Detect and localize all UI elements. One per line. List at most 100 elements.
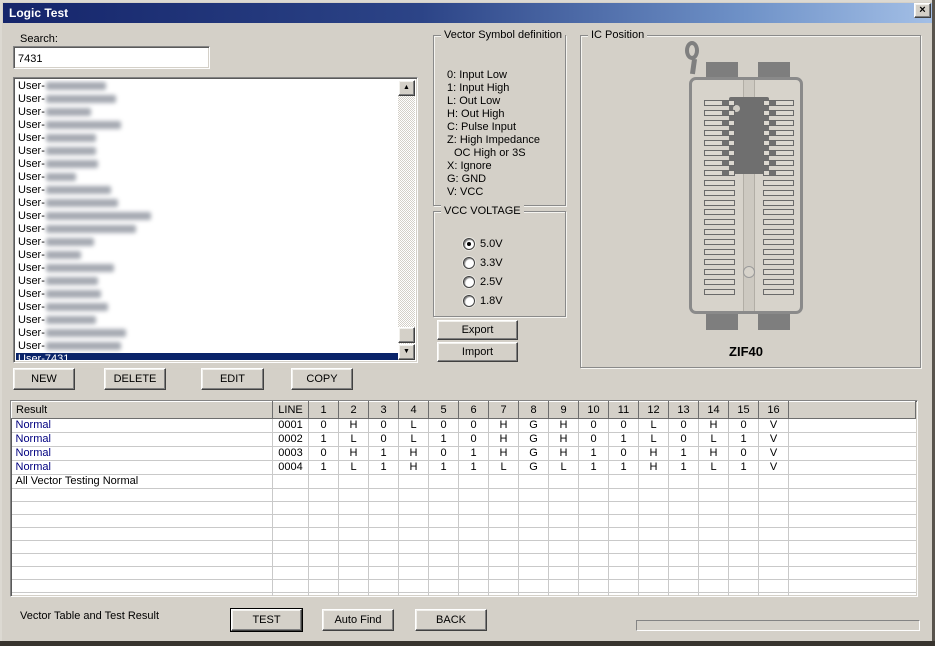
column-header-1[interactable]: 1 (309, 402, 339, 419)
column-header-result[interactable]: Result (12, 402, 273, 419)
list-item[interactable]: User- (16, 119, 398, 132)
vector-cell (519, 593, 549, 598)
vector-cell (729, 515, 759, 528)
list-item[interactable]: User- (16, 249, 398, 262)
column-header-3[interactable]: 3 (369, 402, 399, 419)
vector-cell: V (759, 419, 789, 433)
chip-lead (722, 101, 729, 105)
list-item[interactable]: User- (16, 275, 398, 288)
table-empty-row[interactable] (12, 593, 916, 598)
vcc-option-5.0V[interactable]: 5.0V (434, 238, 565, 251)
socket-center-hole (743, 266, 755, 278)
radio-icon[interactable] (463, 276, 475, 288)
vector-cell (549, 593, 579, 598)
list-item[interactable]: User- (16, 314, 398, 327)
footer-label: Vector Table and Test Result (20, 610, 159, 622)
vector-cell: 0 (429, 419, 459, 433)
search-input[interactable] (13, 46, 210, 69)
list-item[interactable]: User- (16, 210, 398, 223)
column-header-7[interactable]: 7 (489, 402, 519, 419)
radio-icon[interactable] (463, 295, 475, 307)
list-item[interactable]: User- (16, 106, 398, 119)
column-header-13[interactable]: 13 (669, 402, 699, 419)
user-listbox[interactable]: User-User-User-User-User-User-User-User-… (13, 77, 418, 363)
table-row[interactable]: Normal00021L0L10HGH01L0L1V (12, 433, 916, 447)
table-empty-row[interactable] (12, 489, 916, 502)
table-empty-row[interactable] (12, 580, 916, 593)
title-bar[interactable]: Logic Test (3, 3, 932, 23)
list-item[interactable]: User- (16, 80, 398, 93)
column-header-8[interactable]: 8 (519, 402, 549, 419)
list-item[interactable]: User- (16, 158, 398, 171)
radio-icon[interactable] (463, 238, 475, 250)
vcc-option-2.5V[interactable]: 2.5V (434, 276, 565, 289)
column-header-9[interactable]: 9 (549, 402, 579, 419)
table-header-row[interactable]: ResultLINE12345678910111213141516 (12, 402, 916, 419)
delete-button[interactable]: DELETE (104, 368, 166, 390)
scrollbar-thumb[interactable] (398, 327, 415, 343)
back-button[interactable]: BACK (415, 609, 487, 631)
list-scrollbar[interactable]: ▲ ▼ (398, 80, 415, 360)
vector-cell (549, 489, 579, 502)
scroll-down-icon[interactable]: ▼ (398, 344, 415, 360)
scroll-up-icon[interactable]: ▲ (398, 80, 415, 96)
list-item[interactable]: User- (16, 145, 398, 158)
vector-cell: 1 (369, 447, 399, 461)
table-empty-row[interactable] (12, 502, 916, 515)
list-item[interactable]: User- (16, 197, 398, 210)
list-item[interactable]: User- (16, 171, 398, 184)
vector-table[interactable]: ResultLINE12345678910111213141516 Normal… (11, 401, 916, 597)
import-button[interactable]: Import (437, 342, 518, 362)
table-row[interactable]: Normal00010H0L00HGH00L0H0V (12, 419, 916, 433)
column-header-14[interactable]: 14 (699, 402, 729, 419)
copy-button[interactable]: COPY (291, 368, 353, 390)
column-header-line[interactable]: LINE (273, 402, 309, 419)
vcc-option-3.3V[interactable]: 3.3V (434, 257, 565, 270)
table-empty-row[interactable] (12, 541, 916, 554)
table-row[interactable]: Normal00030H1H01HGH10H1H0V (12, 447, 916, 461)
vector-cell (639, 489, 669, 502)
list-item[interactable]: User- (16, 301, 398, 314)
blurred-name (46, 277, 98, 285)
pin-slot (763, 259, 794, 265)
table-empty-row[interactable] (12, 567, 916, 580)
table-summary-row[interactable]: All Vector Testing Normal (12, 475, 916, 489)
vector-cell (669, 554, 699, 567)
table-empty-row[interactable] (12, 528, 916, 541)
table-empty-row[interactable] (12, 515, 916, 528)
vector-cell: L (489, 461, 519, 475)
test-button[interactable]: TEST (231, 609, 302, 631)
list-item[interactable]: User- (16, 236, 398, 249)
list-item[interactable]: User- (16, 93, 398, 106)
radio-icon[interactable] (463, 257, 475, 269)
column-header-2[interactable]: 2 (339, 402, 369, 419)
pin-slot (763, 200, 794, 206)
list-item[interactable]: User- (16, 184, 398, 197)
column-header-12[interactable]: 12 (639, 402, 669, 419)
list-item[interactable]: User- (16, 223, 398, 236)
vector-cell (429, 567, 459, 580)
list-item-selected[interactable]: User-7431 (16, 353, 398, 360)
list-item[interactable]: User- (16, 288, 398, 301)
result-cell: Normal (12, 433, 273, 447)
table-empty-row[interactable] (12, 554, 916, 567)
vcc-option-1.8V[interactable]: 1.8V (434, 295, 565, 308)
column-header-11[interactable]: 11 (609, 402, 639, 419)
export-button[interactable]: Export (437, 320, 518, 340)
list-item[interactable]: User- (16, 327, 398, 340)
column-header-4[interactable]: 4 (399, 402, 429, 419)
vector-cell: 1 (459, 447, 489, 461)
table-row[interactable]: Normal00041L1H11LGL11H1L1V (12, 461, 916, 475)
list-item[interactable]: User- (16, 132, 398, 145)
column-header-5[interactable]: 5 (429, 402, 459, 419)
column-header-15[interactable]: 15 (729, 402, 759, 419)
close-icon[interactable]: × (914, 3, 931, 18)
auto-find-button[interactable]: Auto Find (322, 609, 394, 631)
new-button[interactable]: NEW (13, 368, 75, 390)
column-header-16[interactable]: 16 (759, 402, 789, 419)
column-header-6[interactable]: 6 (459, 402, 489, 419)
edit-button[interactable]: EDIT (201, 368, 264, 390)
column-header-10[interactable]: 10 (579, 402, 609, 419)
list-item[interactable]: User- (16, 340, 398, 353)
list-item[interactable]: User- (16, 262, 398, 275)
